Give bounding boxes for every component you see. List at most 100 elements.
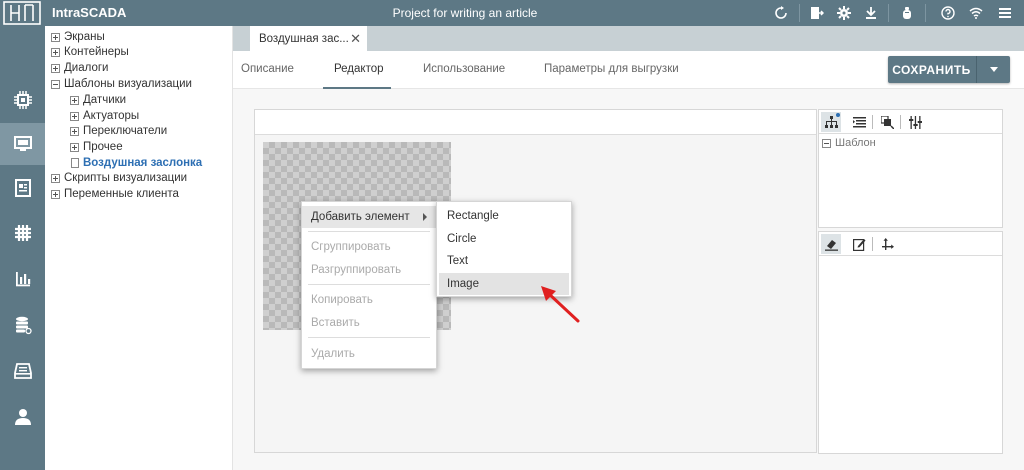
properties-panel <box>818 231 1003 454</box>
expand-icon[interactable] <box>51 47 60 57</box>
menu-item-label: Добавить элемент <box>311 211 410 223</box>
submenu-item-text[interactable]: Text <box>439 250 569 272</box>
divider <box>872 237 873 251</box>
monitor-icon[interactable] <box>0 123 45 165</box>
help-icon[interactable] <box>939 4 957 22</box>
report-icon[interactable] <box>0 167 45 209</box>
tree-item-label: Скрипты визуализации <box>64 172 188 184</box>
submenu-arrow-icon <box>423 213 427 221</box>
bug-icon[interactable] <box>898 4 916 22</box>
annotation-arrow <box>541 286 580 323</box>
tree-item-client-variables[interactable]: Переменные клиента <box>51 186 179 202</box>
divider <box>888 4 889 22</box>
tree-item-label: Воздушная заслонка <box>83 157 203 169</box>
tree-item-label: Контейнеры <box>64 46 129 58</box>
hierarchy-icon[interactable] <box>821 112 841 132</box>
user-icon[interactable] <box>0 396 45 438</box>
template-tree-label: Шаблон <box>835 137 876 149</box>
close-icon[interactable]: ✕ <box>350 31 361 47</box>
tab-usage[interactable]: Использование <box>423 63 505 75</box>
chart-icon[interactable] <box>0 258 45 300</box>
menu-item-ungroup[interactable]: Разгруппировать <box>302 259 436 281</box>
save-button[interactable]: СОХРАНИТЬ <box>888 56 975 83</box>
document-tabs: Воздушная зас... ✕ <box>233 26 1024 51</box>
divider <box>872 115 873 129</box>
divider <box>900 115 901 129</box>
project-tree: Экраны Контейнеры Диалоги Шаблоны визуал… <box>45 26 233 470</box>
tree-item-label: Шаблоны визуализации <box>64 78 192 90</box>
tree-item-screens[interactable]: Экраны <box>51 29 105 45</box>
divider <box>925 4 926 22</box>
tree-item-label: Переменные клиента <box>64 188 179 200</box>
wifi-icon[interactable] <box>967 4 985 22</box>
tab-air-damper[interactable]: Воздушная зас... ✕ <box>250 26 367 51</box>
submenu-item-circle[interactable]: Circle <box>439 228 569 250</box>
tree-item-other[interactable]: Прочее <box>70 139 123 155</box>
expand-icon[interactable] <box>70 126 79 136</box>
top-bar: IntraSCADA Project for writing an articl… <box>0 0 1024 26</box>
structure-toolbar <box>819 110 1002 134</box>
menu-divider <box>308 231 430 232</box>
archive-icon[interactable] <box>0 350 45 392</box>
expand-icon[interactable] <box>51 32 60 42</box>
collapse-icon[interactable] <box>51 79 60 89</box>
edit-icon[interactable] <box>849 234 869 254</box>
save-button-group: СОХРАНИТЬ <box>888 56 1010 83</box>
list-icon[interactable] <box>849 112 869 132</box>
menu-item-copy[interactable]: Копировать <box>302 289 436 311</box>
tree-item-visualization-scripts[interactable]: Скрипты визуализации <box>51 170 187 186</box>
menu-icon[interactable] <box>996 4 1014 22</box>
divider <box>799 4 800 22</box>
tree-item-label: Прочее <box>83 141 123 153</box>
document-icon <box>71 158 79 168</box>
tree-item-visualization-templates[interactable]: Шаблоны визуализации <box>51 76 192 92</box>
submenu-item-rectangle[interactable]: Rectangle <box>439 205 569 227</box>
tab-editor[interactable]: Редактор <box>334 63 384 75</box>
layers-icon[interactable] <box>877 112 897 132</box>
database-icon[interactable] <box>0 304 45 346</box>
refresh-icon[interactable] <box>772 4 790 22</box>
tree-item-containers[interactable]: Контейнеры <box>51 44 129 60</box>
context-menu: Добавить элемент Сгруппировать Разгруппи… <box>301 201 437 369</box>
template-tree-root[interactable]: Шаблон <box>822 137 876 149</box>
editor-toolbar <box>255 110 816 135</box>
grid-icon[interactable] <box>0 212 45 254</box>
project-title: Project for writing an article <box>392 6 538 20</box>
collapse-icon[interactable] <box>822 138 831 148</box>
expand-icon[interactable] <box>51 173 60 183</box>
save-dropdown-button[interactable] <box>977 56 1010 83</box>
menu-item-add-element[interactable]: Добавить элемент <box>302 206 436 228</box>
gear-icon[interactable] <box>835 4 853 22</box>
tree-item-air-damper[interactable]: Воздушная заслонка <box>71 155 202 171</box>
expand-icon[interactable] <box>70 95 79 105</box>
tree-item-dialogs[interactable]: Диалоги <box>51 60 108 76</box>
eraser-icon[interactable] <box>821 234 841 254</box>
tree-item-label: Экраны <box>64 31 105 43</box>
status-dot <box>836 113 840 117</box>
tree-item-label: Датчики <box>83 94 127 106</box>
move-icon[interactable] <box>877 234 897 254</box>
tree-item-label: Переключатели <box>83 125 168 137</box>
tree-item-label: Диалоги <box>64 62 109 74</box>
menu-divider <box>308 337 430 338</box>
menu-item-delete[interactable]: Удалить <box>302 343 436 365</box>
menu-item-group[interactable]: Сгруппировать <box>302 236 436 258</box>
tab-export-parameters[interactable]: Параметры для выгрузки <box>544 63 679 75</box>
expand-icon[interactable] <box>70 111 79 121</box>
tab-label: Воздушная зас... <box>259 32 349 45</box>
tab-description[interactable]: Описание <box>241 63 294 75</box>
expand-icon[interactable] <box>51 189 60 199</box>
menu-item-paste[interactable]: Вставить <box>302 312 436 334</box>
tree-item-sensors[interactable]: Датчики <box>70 92 126 108</box>
tree-item-actuators[interactable]: Актуаторы <box>70 108 139 124</box>
sliders-icon[interactable] <box>905 112 925 132</box>
tree-item-label: Актуаторы <box>83 110 140 122</box>
expand-icon[interactable] <box>70 142 79 152</box>
expand-icon[interactable] <box>51 63 60 73</box>
properties-toolbar <box>819 232 1002 256</box>
chip-icon[interactable] <box>0 79 45 121</box>
tree-item-switches[interactable]: Переключатели <box>70 123 167 139</box>
export-icon[interactable] <box>808 4 826 22</box>
download-icon[interactable] <box>862 4 880 22</box>
left-rail <box>0 26 45 470</box>
